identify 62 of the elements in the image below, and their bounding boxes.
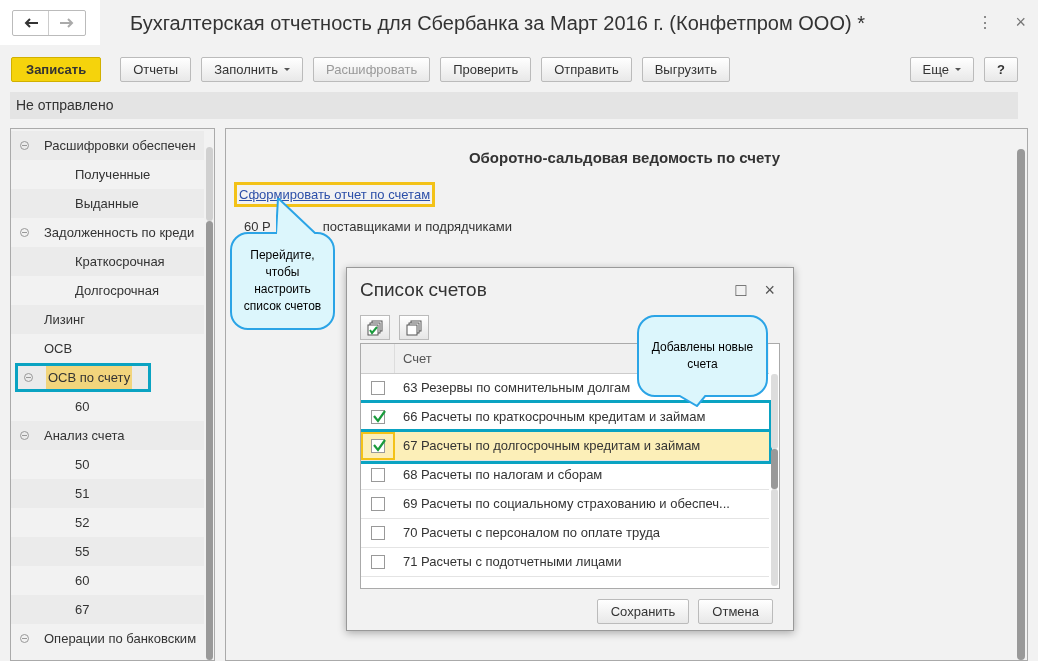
table-row[interactable]: 66 Расчеты по краткосрочным кредитам и займам	[361, 403, 769, 432]
table-row[interactable]: 68 Расчеты по налогам и сборам	[361, 461, 769, 490]
tree-item[interactable]: Краткосрочная	[11, 247, 204, 276]
dialog-title: Список счетов	[360, 277, 487, 302]
toolbar-button[interactable]: Записать	[11, 57, 102, 82]
right-arrow-icon	[60, 17, 74, 28]
tree-item[interactable]: 55	[11, 537, 204, 566]
checkbox[interactable]	[371, 439, 385, 453]
toolbar-button[interactable]: Еще	[909, 57, 975, 82]
checked-pages-icon	[367, 319, 383, 336]
table-row[interactable]: 70 Расчеты с персоналом по оплате труда	[361, 519, 769, 548]
tree-item[interactable]: ОСВ по счету	[15, 363, 151, 392]
toolbar-button[interactable]: Отправить	[541, 57, 632, 82]
tree-item[interactable]: 60	[11, 392, 204, 421]
table-row[interactable]: 69 Расчеты по социальному страхованию и обеспеч...	[361, 490, 769, 519]
column-header: Счет	[402, 349, 432, 368]
report-link[interactable]: Сформировать отчет по счетам	[234, 181, 436, 207]
close-icon[interactable]: ×	[1015, 9, 1026, 36]
tree-item[interactable]: Задолженность по креди	[11, 218, 204, 247]
toolbar-button[interactable]: Заполнить	[201, 57, 303, 82]
status-text: Не отправлено	[16, 96, 114, 115]
dialog-button[interactable]: Отмена	[698, 599, 773, 624]
caret-icon	[283, 68, 290, 71]
window-title: Бухгалтерская отчетность для Сбербанка за Март 2016 г. (Конфетпром ООО) *	[130, 10, 865, 36]
tree-item[interactable]: Лизинг	[11, 305, 204, 334]
more-icon[interactable]: ⋮	[977, 10, 994, 35]
checkbox[interactable]	[371, 526, 385, 540]
checkbox[interactable]	[371, 497, 385, 511]
toolbar-button[interactable]: ?	[984, 57, 1018, 82]
tree-item[interactable]: Операции по банковским	[11, 624, 204, 653]
left-arrow-icon	[23, 17, 38, 28]
report-title: Оборотно-сальдовая ведомость по счету	[467, 148, 782, 168]
checkbox[interactable]	[371, 468, 385, 482]
tree-item[interactable]: Выданные	[11, 189, 204, 218]
tree-item[interactable]: 60	[11, 566, 204, 595]
check-all-button[interactable]	[360, 315, 390, 340]
toolbar-button[interactable]: Отчеты	[120, 57, 192, 82]
tree-item[interactable]: 67	[11, 595, 204, 624]
tree-item[interactable]: 51	[11, 479, 204, 508]
tree-item[interactable]: ОСВ	[11, 334, 204, 363]
maximize-icon[interactable]: □	[735, 276, 747, 304]
tree-item[interactable]: Долгосрочная	[11, 276, 204, 305]
checkbox[interactable]	[371, 381, 385, 395]
tree-item[interactable]: Анализ счета	[11, 421, 204, 450]
toolbar-button[interactable]: Проверить	[440, 57, 532, 82]
toolbar-button[interactable]: Выгрузить	[641, 57, 730, 82]
callout: Добавлены новые счета	[637, 315, 768, 397]
uncheck-all-button[interactable]	[399, 315, 429, 340]
callout-tail	[677, 395, 707, 407]
table-row[interactable]: 67 Расчеты по долгосрочным кредитам и займам	[361, 432, 769, 461]
tree-item[interactable]: Полученные	[11, 160, 204, 189]
tree-item[interactable]: 50	[11, 450, 204, 479]
pages-icon	[406, 319, 422, 336]
table-row[interactable]: 71 Расчеты с подотчетными лицами	[361, 548, 769, 577]
dialog-button[interactable]: Сохранить	[596, 599, 690, 624]
tree-item[interactable]: Расшифровки обеспечен	[11, 131, 204, 160]
checkbox[interactable]	[371, 410, 385, 424]
caret-icon	[955, 68, 962, 71]
close-icon[interactable]: ×	[764, 276, 775, 304]
callout: Перейдите, чтобы настроить список счетов	[230, 232, 335, 330]
checkbox[interactable]	[371, 555, 385, 569]
tree-item[interactable]: 52	[11, 508, 204, 537]
